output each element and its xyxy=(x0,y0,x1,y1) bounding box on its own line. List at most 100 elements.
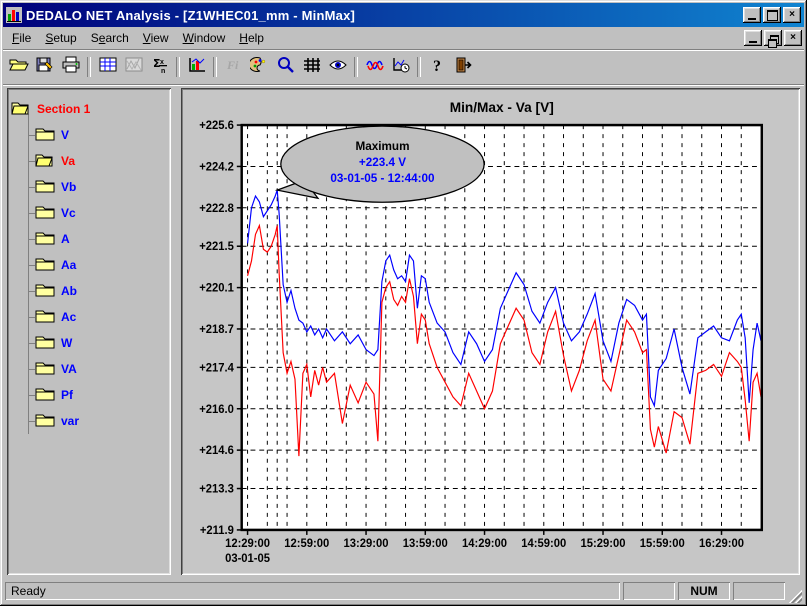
minimize-button[interactable] xyxy=(743,7,761,23)
help-icon: ? xyxy=(428,56,448,79)
resize-grip[interactable] xyxy=(788,589,802,603)
y-axis-label: +213.3 xyxy=(199,483,234,495)
tree-item-label: V xyxy=(61,128,69,142)
x-axis-date-label: 03-01-05 xyxy=(225,553,271,565)
tree-item-label: var xyxy=(61,414,79,428)
font-icon: Fi xyxy=(224,56,244,79)
y-axis-label: +211.9 xyxy=(200,525,234,537)
zoom-icon xyxy=(276,56,296,79)
table-icon xyxy=(98,56,118,79)
main-content: Section 1 V Va Vb Vc A Aa Ab Ac W VAPf var Min/Max … xyxy=(3,85,804,577)
toolbar-button-eye[interactable] xyxy=(325,55,350,79)
pane-splitter[interactable] xyxy=(175,88,177,575)
tree-item-ac[interactable]: Ac xyxy=(11,304,167,330)
toolbar-button-zoom[interactable] xyxy=(273,55,298,79)
tree-branch-line xyxy=(28,291,35,292)
tree-item-label: W xyxy=(61,336,72,350)
menu-item-search[interactable]: Search xyxy=(84,28,136,48)
window-title: DEDALO NET Analysis - [Z1WHEC01_mm - Min… xyxy=(26,8,739,23)
menu-item-window[interactable]: Window xyxy=(176,28,233,48)
svg-text:x: x xyxy=(160,59,164,66)
tree-item-va[interactable]: Va xyxy=(11,148,167,174)
y-axis-label: +216.0 xyxy=(199,404,234,416)
waves-icon xyxy=(365,56,385,79)
toolbar-button-grid[interactable] xyxy=(299,55,324,79)
toolbar-button-table[interactable] xyxy=(95,55,120,79)
mdi-minimize-icon xyxy=(749,41,757,43)
annotation-label: Maximum xyxy=(355,139,409,153)
y-axis-label: +218.7 xyxy=(199,324,234,336)
tree-item-pf[interactable]: Pf xyxy=(11,382,167,408)
svg-text:?: ? xyxy=(433,58,441,74)
toolbar-button-open-folder[interactable] xyxy=(6,55,31,79)
measurement-tree: Section 1 V Va Vb Vc A Aa Ab Ac W VAPf var xyxy=(11,96,167,434)
chart-colored-icon xyxy=(187,56,207,79)
tree-item-va[interactable]: VA xyxy=(11,356,167,382)
toolbar-button-palette[interactable] xyxy=(247,55,272,79)
folder-open-icon xyxy=(11,100,31,118)
status-cell-scrl xyxy=(733,582,785,600)
toolbar-button-chart-lines xyxy=(121,55,146,79)
mdi-minimize-button[interactable] xyxy=(744,30,762,46)
toolbar-button-save[interactable] xyxy=(32,55,57,79)
toolbar-separator xyxy=(213,57,217,77)
menu-item-help[interactable]: Help xyxy=(232,28,271,48)
x-axis-label: 15:59:00 xyxy=(640,538,685,550)
maximize-button[interactable] xyxy=(763,7,781,23)
tree-item-label: A xyxy=(61,232,70,246)
tree-item-label: Aa xyxy=(61,258,76,272)
tree-item-ab[interactable]: Ab xyxy=(11,278,167,304)
menu-item-file[interactable]: File xyxy=(5,28,38,48)
annotation-datetime: 03-01-05 - 12:44:00 xyxy=(330,171,435,185)
tree-item-w[interactable]: W xyxy=(11,330,167,356)
title-bar[interactable]: DEDALO NET Analysis - [Z1WHEC01_mm - Min… xyxy=(3,3,804,27)
folder-closed-icon xyxy=(35,178,55,196)
tree-item-label: Ac xyxy=(61,310,76,324)
tree-item-label: Vb xyxy=(61,180,76,194)
toolbar: Σxn Fi? xyxy=(3,50,804,85)
toolbar-separator xyxy=(354,57,358,77)
y-axis-label: +214.6 xyxy=(199,445,234,457)
tree-branch-line xyxy=(28,135,35,136)
mdi-restore-icon xyxy=(770,35,779,44)
menu-item-view[interactable]: View xyxy=(136,28,176,48)
folder-closed-icon xyxy=(35,412,55,430)
tree-item-aa[interactable]: Aa xyxy=(11,252,167,278)
mdi-close-button[interactable]: × xyxy=(784,30,802,46)
tree-item-v[interactable]: V xyxy=(11,122,167,148)
tree-item-a[interactable]: A xyxy=(11,226,167,252)
y-axis-label: +220.1 xyxy=(199,282,234,294)
toolbar-button-exit[interactable] xyxy=(451,55,476,79)
toolbar-separator xyxy=(87,57,91,77)
chart-lines-icon xyxy=(124,56,144,79)
chart-clock-icon xyxy=(391,56,411,79)
close-button[interactable]: × xyxy=(783,7,801,23)
menu-item-setup[interactable]: Setup xyxy=(38,28,83,48)
tree-item-vb[interactable]: Vb xyxy=(11,174,167,200)
toolbar-button-help[interactable]: ? xyxy=(425,55,450,79)
toolbar-separator xyxy=(176,57,180,77)
sigma-icon: Σxn xyxy=(150,56,170,79)
folder-closed-icon xyxy=(35,230,55,248)
folder-open-icon xyxy=(35,152,55,170)
toolbar-button-sigma[interactable]: Σxn xyxy=(147,55,172,79)
folder-closed-icon xyxy=(35,360,55,378)
minmax-chart[interactable]: Min/Max - Va [V]+225.6+224.2+222.8+221.5… xyxy=(185,92,796,571)
mdi-restore-button[interactable] xyxy=(764,30,782,46)
svg-text:n: n xyxy=(161,68,165,74)
tree-item-label: Ab xyxy=(61,284,77,298)
toolbar-button-chart-clock[interactable] xyxy=(388,55,413,79)
exit-icon xyxy=(454,56,474,79)
toolbar-button-waves[interactable] xyxy=(362,55,387,79)
annotation-value: +223.4 V xyxy=(359,155,406,169)
tree-item-label: Vc xyxy=(61,206,76,220)
toolbar-button-chart-colored[interactable] xyxy=(184,55,209,79)
tree-item-vc[interactable]: Vc xyxy=(11,200,167,226)
tree-item-section-1[interactable]: Section 1 xyxy=(11,96,167,122)
y-axis-label: +225.6 xyxy=(199,120,234,132)
toolbar-button-print[interactable] xyxy=(58,55,83,79)
tree-item-var[interactable]: var xyxy=(11,408,167,434)
sidebar-tree-panel: Section 1 V Va Vb Vc A Aa Ab Ac W VAPf var xyxy=(7,88,171,575)
toolbar-button-font: Fi xyxy=(221,55,246,79)
tree-item-label: Section 1 xyxy=(37,102,90,116)
